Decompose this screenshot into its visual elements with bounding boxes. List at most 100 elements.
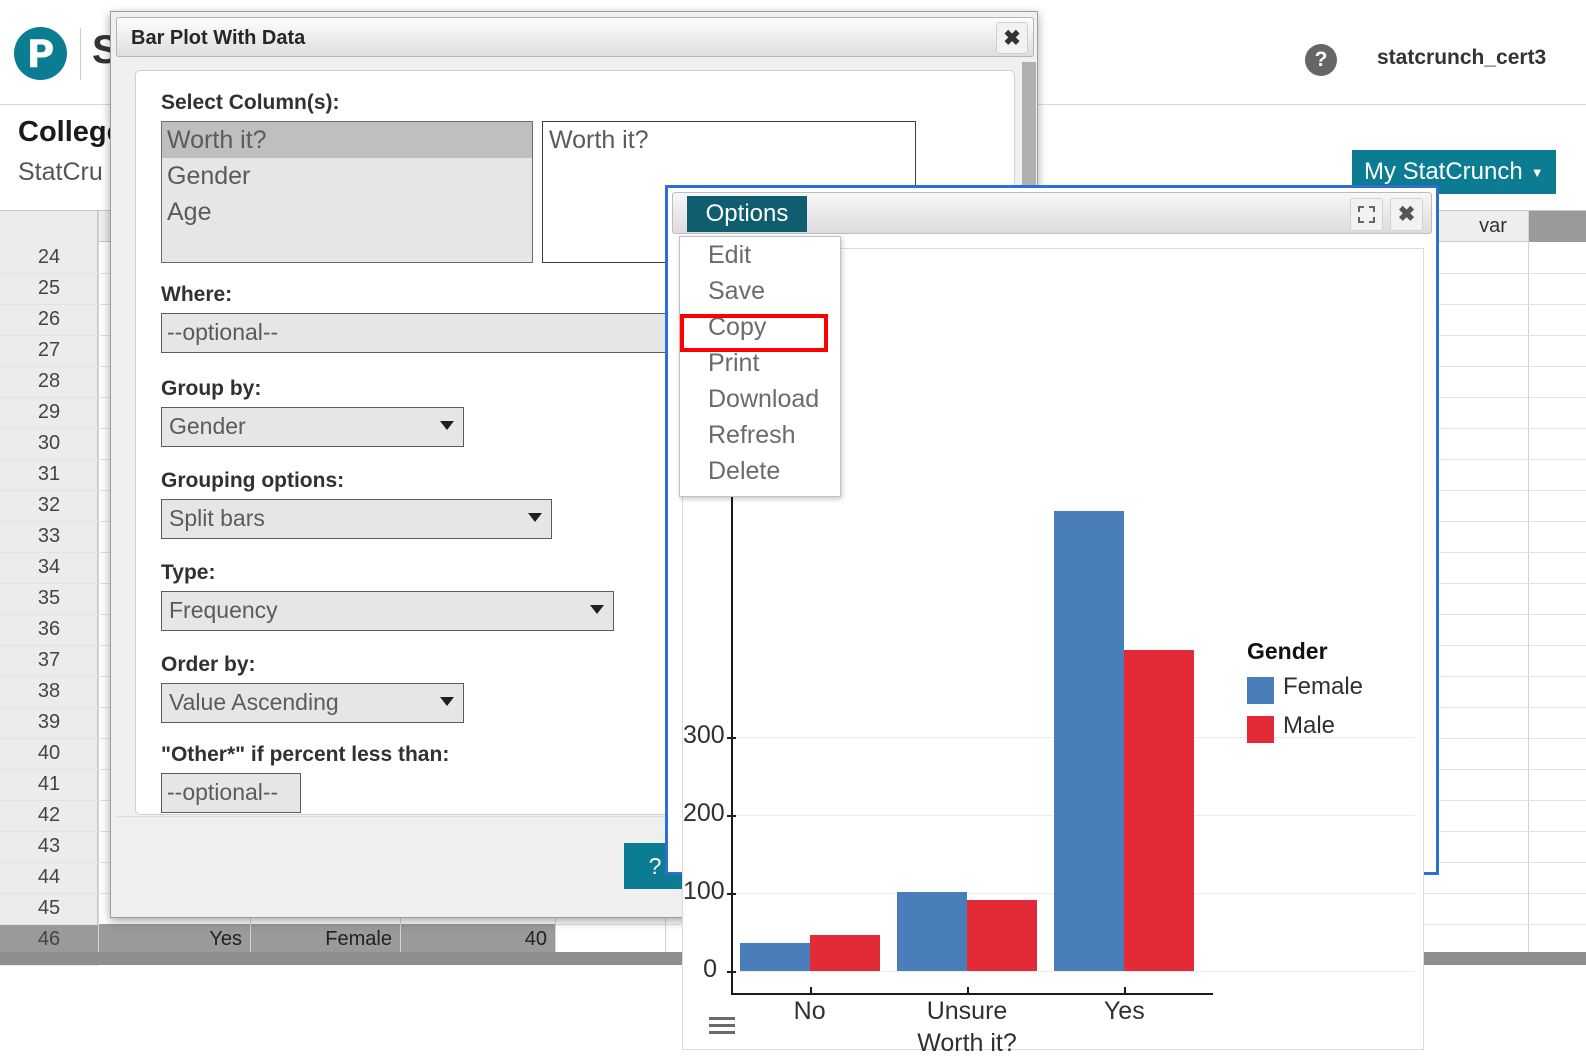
row-number[interactable]: 43 xyxy=(0,831,98,862)
row-number[interactable]: 45 xyxy=(0,893,98,924)
bar-no-male[interactable] xyxy=(809,935,880,971)
legend-label-female: Female xyxy=(1283,673,1364,700)
row-number[interactable]: 44 xyxy=(0,862,98,893)
menu-item-refresh[interactable]: Refresh xyxy=(680,417,840,453)
column-separator xyxy=(1528,211,1529,965)
close-icon[interactable]: ✖ xyxy=(1390,198,1423,231)
close-icon[interactable]: ✖ xyxy=(996,22,1028,54)
expand-icon[interactable] xyxy=(1350,198,1383,231)
select-columns-label: Select Column(s): xyxy=(161,91,340,114)
row-number[interactable]: 40 xyxy=(0,738,98,769)
menu-item-edit[interactable]: Edit xyxy=(680,237,840,273)
y-axis-tick-label: 100 xyxy=(683,877,725,905)
row-number[interactable]: 27 xyxy=(0,335,98,366)
x-axis-tick xyxy=(1124,987,1127,995)
order-by-select[interactable]: Value Ascending xyxy=(161,683,464,723)
row-number[interactable]: 28 xyxy=(0,366,98,397)
menu-item-download[interactable]: Download xyxy=(680,381,840,417)
account-name[interactable]: statcrunch_cert3 xyxy=(1377,46,1546,70)
order-by-label: Order by: xyxy=(161,653,256,676)
options-button[interactable]: Options xyxy=(687,196,807,232)
grouping-options-value: Split bars xyxy=(169,505,265,531)
column-option-gender[interactable]: Gender xyxy=(162,158,532,194)
row-number[interactable]: 37 xyxy=(0,645,98,676)
row-number[interactable]: 35 xyxy=(0,583,98,614)
select-columns-listbox[interactable]: Worth it? Gender Age xyxy=(161,121,533,263)
row-number[interactable]: 32 xyxy=(0,490,98,521)
gridline xyxy=(731,971,1415,972)
order-by-value: Value Ascending xyxy=(169,689,339,715)
page-subtitle: StatCru xyxy=(18,158,103,186)
column-header-var-selected[interactable] xyxy=(1528,211,1586,242)
y-axis-tick-label: 300 xyxy=(683,721,725,749)
row-number[interactable]: 36 xyxy=(0,614,98,645)
x-axis-title: Worth it? xyxy=(917,1029,1017,1057)
cell-gender[interactable]: Female xyxy=(251,924,400,955)
row-number[interactable]: 42 xyxy=(0,800,98,831)
logo-divider xyxy=(80,28,81,80)
column-header-var: var xyxy=(1479,215,1507,237)
bar-unsure-male[interactable] xyxy=(967,900,1037,971)
legend-label-male: Male xyxy=(1283,712,1336,739)
x-axis xyxy=(731,993,1213,995)
bar-no-female[interactable] xyxy=(739,942,810,971)
bar-yes-female[interactable] xyxy=(1054,510,1125,971)
x-axis-tick-label: Yes xyxy=(1103,997,1145,1025)
row-number[interactable]: 25 xyxy=(0,273,98,304)
group-by-value: Gender xyxy=(169,413,246,439)
help-icon[interactable]: ? xyxy=(1305,44,1337,76)
type-select[interactable]: Frequency xyxy=(161,591,614,631)
cell-age[interactable]: 40 xyxy=(401,924,555,955)
pearson-logo-icon: P xyxy=(14,27,67,80)
row-number[interactable]: 34 xyxy=(0,552,98,583)
chevron-down-icon xyxy=(440,421,454,430)
row-number[interactable]: 46 xyxy=(0,924,98,955)
y-axis xyxy=(731,419,733,993)
options-dropdown-menu[interactable]: Edit Save Copy Print Download Refresh Delete xyxy=(679,236,841,497)
menu-item-delete[interactable]: Delete xyxy=(680,453,840,489)
y-axis-tick-label: 0 xyxy=(703,955,717,983)
chevron-down-icon xyxy=(440,697,454,706)
row-number[interactable]: 41 xyxy=(0,769,98,800)
column-separator xyxy=(98,211,99,965)
page-title: College xyxy=(18,116,123,148)
where-label: Where: xyxy=(161,283,233,306)
my-statcrunch-label: My StatCrunch xyxy=(1364,158,1523,185)
chart-window-titlebar[interactable]: Options ✖ xyxy=(672,192,1432,234)
row-number[interactable]: 24 xyxy=(0,242,98,273)
bar-unsure-female[interactable] xyxy=(897,892,967,971)
menu-item-save[interactable]: Save xyxy=(680,273,840,309)
bar-yes-male[interactable] xyxy=(1124,649,1195,971)
row-number[interactable]: 29 xyxy=(0,397,98,428)
x-axis-tick xyxy=(809,987,812,995)
x-axis-tick-label: Unsure xyxy=(926,997,1008,1025)
legend-title: Gender xyxy=(1247,638,1328,664)
cell-worth-it[interactable]: Yes xyxy=(99,924,250,955)
row-number[interactable]: 39 xyxy=(0,707,98,738)
dialog-title: Bar Plot With Data xyxy=(131,27,306,49)
column-option-worth-it[interactable]: Worth it? xyxy=(162,122,532,158)
menu-item-print[interactable]: Print xyxy=(680,345,840,381)
x-axis-tick xyxy=(967,987,969,995)
menu-item-copy[interactable]: Copy xyxy=(680,309,840,345)
chevron-down-icon xyxy=(590,605,604,614)
type-label: Type: xyxy=(161,561,216,584)
type-value: Frequency xyxy=(169,597,278,623)
row-number[interactable]: 33 xyxy=(0,521,98,552)
row-number[interactable]: 31 xyxy=(0,459,98,490)
other-percent-input[interactable]: --optional-- xyxy=(161,773,301,813)
y-axis-tick-label: 200 xyxy=(683,799,725,827)
other-percent-label: "Other*" if percent less than: xyxy=(161,743,450,766)
grouping-options-select[interactable]: Split bars xyxy=(161,499,552,539)
chevron-down-icon: ▼ xyxy=(1530,164,1544,180)
row-number[interactable]: 30 xyxy=(0,428,98,459)
legend-swatch-male xyxy=(1247,716,1274,743)
group-by-select[interactable]: Gender xyxy=(161,407,464,447)
group-by-label: Group by: xyxy=(161,377,262,400)
row-number[interactable]: 26 xyxy=(0,304,98,335)
menu-icon[interactable] xyxy=(709,1017,735,1035)
column-option-age[interactable]: Age xyxy=(162,194,532,230)
legend-swatch-female xyxy=(1247,677,1274,704)
dialog-titlebar[interactable]: Bar Plot With Data ✖ xyxy=(116,17,1034,57)
row-number[interactable]: 38 xyxy=(0,676,98,707)
